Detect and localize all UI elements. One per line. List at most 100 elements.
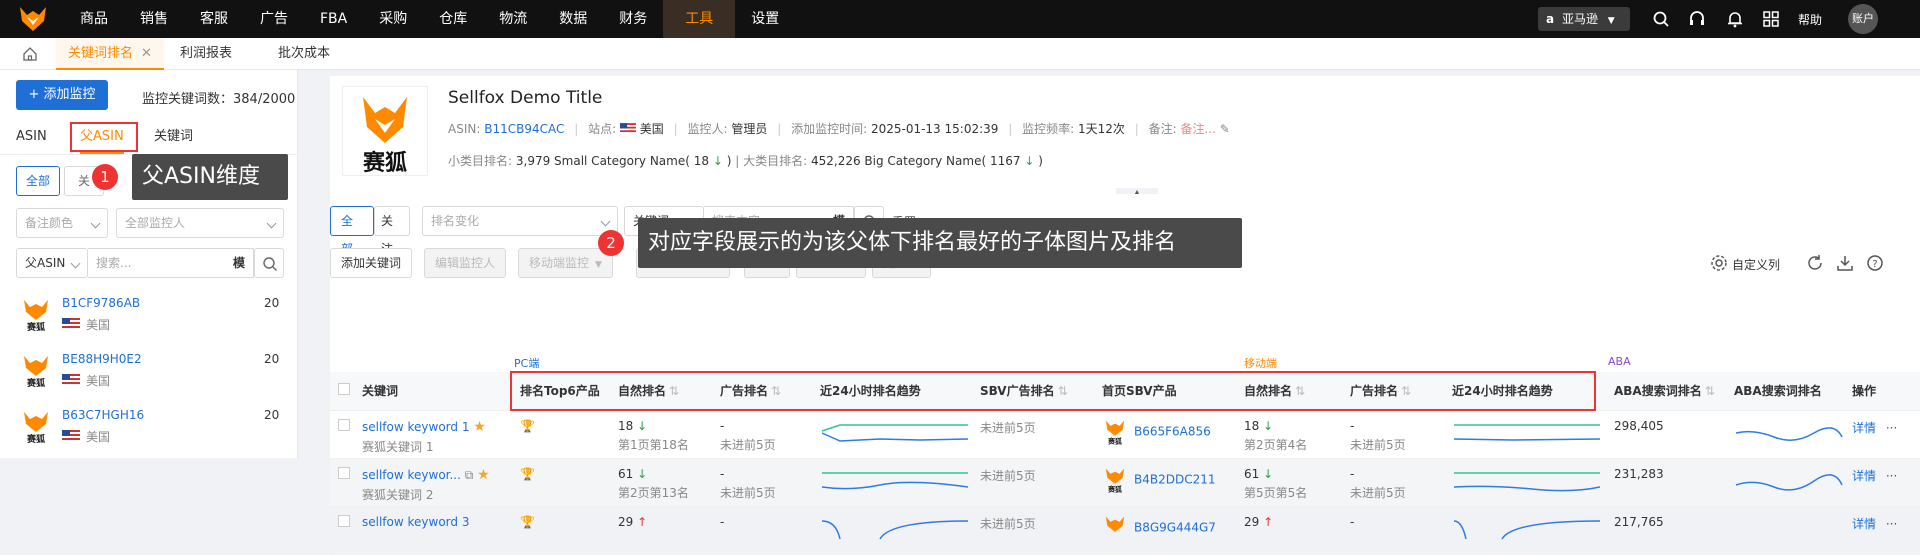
- nav-logistics[interactable]: 物流: [483, 0, 543, 38]
- filter-all-button[interactable]: 全部: [16, 166, 60, 196]
- trend-sparkline[interactable]: [820, 515, 970, 547]
- aba-trend-cell[interactable]: [1726, 458, 1844, 507]
- more-icon[interactable]: ···: [1886, 517, 1897, 531]
- tab-keyword[interactable]: 关键词: [154, 120, 193, 154]
- bell-icon[interactable]: [1726, 10, 1744, 28]
- nav-purchase[interactable]: 采购: [363, 0, 423, 38]
- trend-sparkline[interactable]: [1452, 419, 1602, 451]
- aba-trend-cell[interactable]: [1726, 410, 1844, 459]
- trend-sparkline[interactable]: [1734, 419, 1844, 451]
- more-icon[interactable]: ···: [1886, 469, 1897, 483]
- account-avatar[interactable]: 账户: [1848, 4, 1878, 34]
- sbv-asin-link[interactable]: B665F6A856: [1134, 424, 1211, 438]
- mobile-trend-cell[interactable]: [1444, 506, 1606, 555]
- details-link[interactable]: 详情: [1852, 517, 1876, 531]
- details-link[interactable]: 详情: [1852, 421, 1876, 435]
- nav-ads[interactable]: 广告: [244, 0, 304, 38]
- product-asin-link[interactable]: B11CB94CAC: [484, 122, 564, 136]
- checkbox[interactable]: [338, 466, 350, 479]
- nav-sales[interactable]: 销售: [124, 0, 184, 38]
- row-checkbox[interactable]: [330, 506, 354, 555]
- list-item[interactable]: 赛狐 BE88H9H0E2 美国 20: [16, 348, 286, 400]
- trend-sparkline[interactable]: [1452, 467, 1602, 499]
- custom-columns-button[interactable]: 自定义列: [1732, 256, 1780, 273]
- sbv-asin-link[interactable]: B4B2DDC211: [1134, 472, 1216, 486]
- trend-sparkline[interactable]: [820, 467, 970, 499]
- sbv-asin-link[interactable]: B8G9G444G7: [1134, 520, 1216, 534]
- edit-icon[interactable]: ✎: [1220, 122, 1230, 136]
- close-icon[interactable]: ✕: [141, 46, 152, 61]
- tab-keyword-rank[interactable]: 关键词排名 ✕: [56, 38, 164, 70]
- trophy-icon[interactable]: 🏆: [520, 515, 535, 529]
- copy-icon[interactable]: ⧉: [465, 468, 474, 482]
- monitor-person-select[interactable]: 全部监控人: [116, 208, 284, 238]
- top6-cell[interactable]: 🏆: [512, 410, 610, 459]
- row-checkbox[interactable]: [330, 410, 354, 459]
- trophy-icon[interactable]: 🏆: [520, 467, 535, 481]
- details-link[interactable]: 详情: [1852, 469, 1876, 483]
- apps-grid-icon[interactable]: [1762, 10, 1780, 28]
- nav-tools[interactable]: 工具: [663, 0, 736, 38]
- nav-fba[interactable]: FBA: [304, 0, 363, 38]
- table-row[interactable]: sellfow keyword 3 🏆 29 ↑ - 未进前5页 B8G9G44…: [330, 506, 1920, 555]
- search-icon[interactable]: [1652, 10, 1670, 28]
- item-asin[interactable]: BE88H9H0E2: [62, 352, 142, 366]
- checkbox[interactable]: [338, 383, 350, 396]
- trend-cell[interactable]: [812, 410, 972, 459]
- keyword-link[interactable]: sellfow keyword 3: [362, 515, 469, 529]
- nav-settings[interactable]: 设置: [735, 0, 795, 38]
- item-asin[interactable]: B63C7HGH16: [62, 408, 144, 422]
- home-icon[interactable]: [22, 46, 38, 62]
- list-item[interactable]: 赛狐 B1CF9786AB 美国 20: [16, 292, 286, 344]
- keyword-link[interactable]: sellfow keyword 1: [362, 420, 469, 434]
- help-icon[interactable]: ?: [1866, 254, 1884, 272]
- star-icon[interactable]: ★: [477, 467, 490, 483]
- nav-data[interactable]: 数据: [543, 0, 603, 38]
- more-icon[interactable]: ···: [1886, 421, 1897, 435]
- trend-cell[interactable]: [812, 506, 972, 555]
- keyword-link[interactable]: sellfow keywor...: [362, 468, 461, 482]
- mobile-trend-cell[interactable]: [1444, 410, 1606, 459]
- nav-finance[interactable]: 财务: [603, 0, 663, 38]
- star-icon[interactable]: ★: [473, 419, 486, 435]
- sidebar-search-input[interactable]: 搜索... 模: [88, 248, 254, 278]
- rank-change-select[interactable]: 排名变化: [422, 206, 618, 236]
- edit-monitor-button[interactable]: 编辑监控人: [424, 248, 507, 278]
- checkbox[interactable]: [338, 418, 350, 431]
- sellfox-logo-icon[interactable]: [18, 5, 48, 33]
- col-aba-rank[interactable]: ABA搜索词排名 ⇅: [1606, 372, 1726, 411]
- nav-warehouse[interactable]: 仓库: [423, 0, 483, 38]
- tab-asin[interactable]: ASIN: [16, 120, 47, 154]
- trend-sparkline[interactable]: [820, 419, 970, 451]
- trophy-icon[interactable]: 🏆: [520, 419, 535, 433]
- marketplace-switch[interactable]: a 亚马逊 ▼: [1538, 7, 1630, 31]
- top6-cell[interactable]: 🏆: [512, 458, 610, 507]
- header-checkbox[interactable]: [330, 372, 354, 411]
- trend-cell[interactable]: [812, 458, 972, 507]
- help-link[interactable]: 帮助: [1798, 11, 1822, 28]
- headset-icon[interactable]: [1688, 10, 1706, 28]
- trend-sparkline[interactable]: [1734, 467, 1844, 499]
- filter-all-button[interactable]: 全部: [330, 206, 374, 256]
- list-item[interactable]: 赛狐 B63C7HGH16 美国 20: [16, 404, 286, 456]
- download-icon[interactable]: [1836, 254, 1854, 272]
- tab-profit-report[interactable]: 利润报表: [180, 38, 232, 70]
- item-asin[interactable]: B1CF9786AB: [62, 296, 140, 310]
- sort-icon[interactable]: ⇅: [1705, 384, 1715, 398]
- filter-follow-button[interactable]: 关注: [374, 206, 410, 256]
- table-row[interactable]: sellfow keyword 1 ★ 赛狐关键词 1 🏆 18 ↓ 第1页第18名…: [330, 410, 1920, 459]
- add-keyword-button[interactable]: 添加关键词: [330, 248, 413, 278]
- add-monitor-button[interactable]: + 添加监控: [16, 80, 108, 110]
- nav-service[interactable]: 客服: [184, 0, 244, 38]
- gear-icon[interactable]: [1710, 254, 1728, 272]
- mobile-trend-cell[interactable]: [1444, 458, 1606, 507]
- tab-batch-cost[interactable]: 批次成本: [278, 38, 330, 70]
- checkbox[interactable]: [338, 514, 350, 527]
- table-row[interactable]: sellfow keywor... ⧉ ★ 赛狐关键词 2 🏆 61 ↓ 第2页第1…: [330, 458, 1920, 507]
- row-checkbox[interactable]: [330, 458, 354, 507]
- fuzzy-mode-toggle[interactable]: 模: [233, 249, 245, 277]
- refresh-icon[interactable]: [1806, 254, 1824, 272]
- top6-cell[interactable]: 🏆: [512, 506, 610, 555]
- search-type-select[interactable]: 父ASIN: [16, 248, 88, 278]
- note-color-select[interactable]: 备注颜色: [16, 208, 108, 238]
